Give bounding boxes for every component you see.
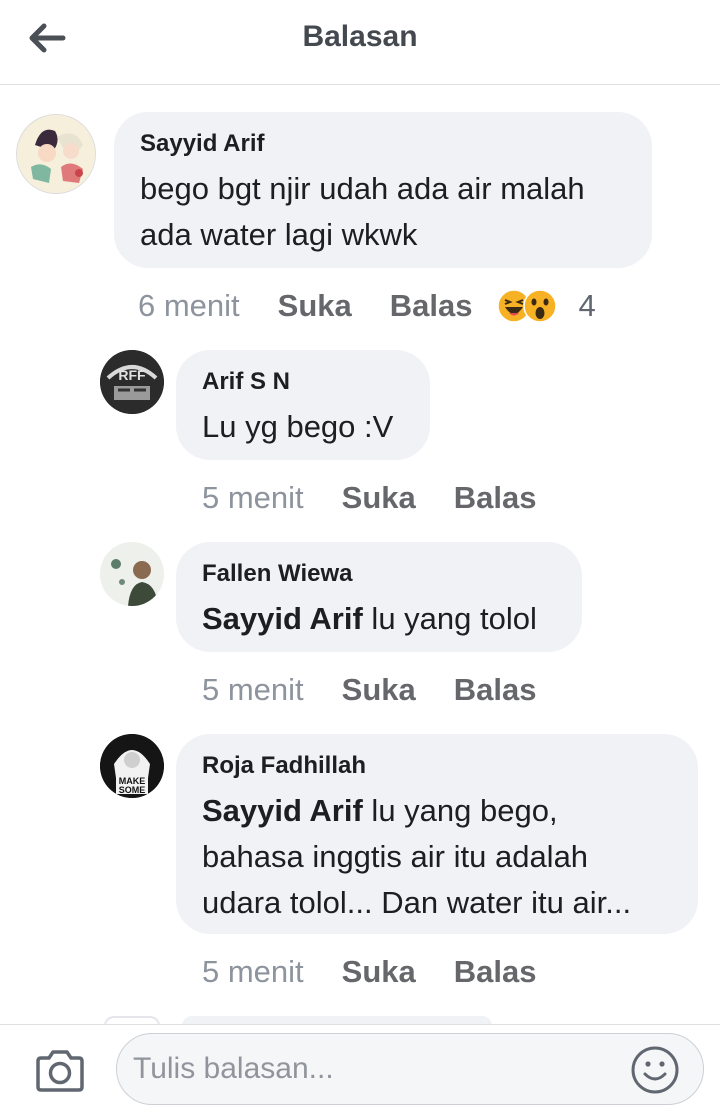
comment-text: bego bgt njir udah ada air malah ada wat… bbox=[140, 166, 626, 258]
comment-text-rest: lu yang tolol bbox=[362, 601, 537, 636]
wow-icon bbox=[522, 289, 557, 323]
comment-time: 6 menit bbox=[138, 288, 240, 323]
emoji-button[interactable] bbox=[630, 1045, 680, 1100]
avatar[interactable] bbox=[16, 114, 96, 194]
reactions-summary[interactable]: 4 bbox=[496, 288, 596, 324]
comment-time: 5 menit bbox=[202, 672, 304, 707]
mention-link[interactable]: Sayyid Arif bbox=[202, 601, 363, 636]
reply-button[interactable]: Balas bbox=[454, 480, 537, 516]
mention-link[interactable]: Sayyid Arif bbox=[202, 793, 363, 828]
comment-text-line: udara tolol... Dan water itu air... bbox=[202, 885, 632, 920]
avatar[interactable] bbox=[100, 542, 164, 606]
comment-text-line: ada water lagi wkwk bbox=[140, 217, 418, 252]
page-title: Balasan bbox=[302, 20, 418, 53]
comment-text-line: bahasa inggtis air itu adalah bbox=[202, 839, 589, 874]
comment-time: 5 menit bbox=[202, 954, 304, 989]
avatar[interactable]: MAKE SOME bbox=[100, 734, 164, 798]
like-button[interactable]: Suka bbox=[342, 480, 416, 516]
comment-bubble: Fallen Wiewa Sayyid Arif lu yang tolol bbox=[176, 542, 582, 652]
reply-input[interactable] bbox=[116, 1033, 704, 1105]
like-button[interactable]: Suka bbox=[342, 672, 416, 708]
comment-author[interactable]: Arif S N bbox=[202, 368, 404, 396]
avatar-text: SOME bbox=[119, 785, 146, 795]
comment-text-line: bego bgt njir udah ada air malah bbox=[140, 171, 585, 206]
like-button[interactable]: Suka bbox=[342, 954, 416, 990]
comment-bubble: Arif S N Lu yg bego :V bbox=[176, 350, 430, 460]
comment-actions: 5 menit Suka Balas bbox=[202, 668, 537, 712]
comment-actions: 5 menit Suka Balas bbox=[202, 950, 537, 994]
reply-button[interactable]: Balas bbox=[390, 288, 473, 324]
comment-text-line: Sayyid Arif lu yang bego, bbox=[202, 788, 672, 834]
comment-text: Sayyid Arif lu yang bego, bahasa inggtis… bbox=[202, 788, 672, 926]
comment-actions: 6 menit Suka Balas 4 bbox=[138, 284, 596, 328]
svg-text:RFF: RFF bbox=[118, 367, 146, 383]
like-button[interactable]: Suka bbox=[278, 288, 352, 324]
camera-icon bbox=[36, 1050, 84, 1092]
comment-text: Lu yg bego :V bbox=[202, 409, 394, 444]
avatar[interactable]: RFF bbox=[100, 350, 164, 414]
comment-author[interactable]: Roja Fadhillah bbox=[202, 752, 672, 780]
comment-text-rest: lu yang bego, bbox=[362, 793, 558, 828]
comment-bubble: Sayyid Arif bego bgt njir udah ada air m… bbox=[114, 112, 652, 268]
camera-button[interactable] bbox=[34, 1049, 86, 1098]
comment-actions: 5 menit Suka Balas bbox=[202, 476, 537, 520]
header-bar: Balasan bbox=[0, 0, 720, 85]
comment-author[interactable]: Fallen Wiewa bbox=[202, 560, 556, 588]
reply-button[interactable]: Balas bbox=[454, 672, 537, 708]
comment-text: Sayyid Arif lu yang tolol bbox=[202, 596, 556, 642]
comment-author[interactable]: Sayyid Arif bbox=[140, 130, 626, 158]
comment-time: 5 menit bbox=[202, 480, 304, 515]
reaction-count: 4 bbox=[578, 288, 596, 323]
reply-composer bbox=[0, 1024, 720, 1117]
smiley-icon bbox=[631, 1046, 679, 1094]
reply-button[interactable]: Balas bbox=[454, 954, 537, 990]
comment-bubble: Roja Fadhillah Sayyid Arif lu yang bego,… bbox=[176, 734, 698, 934]
